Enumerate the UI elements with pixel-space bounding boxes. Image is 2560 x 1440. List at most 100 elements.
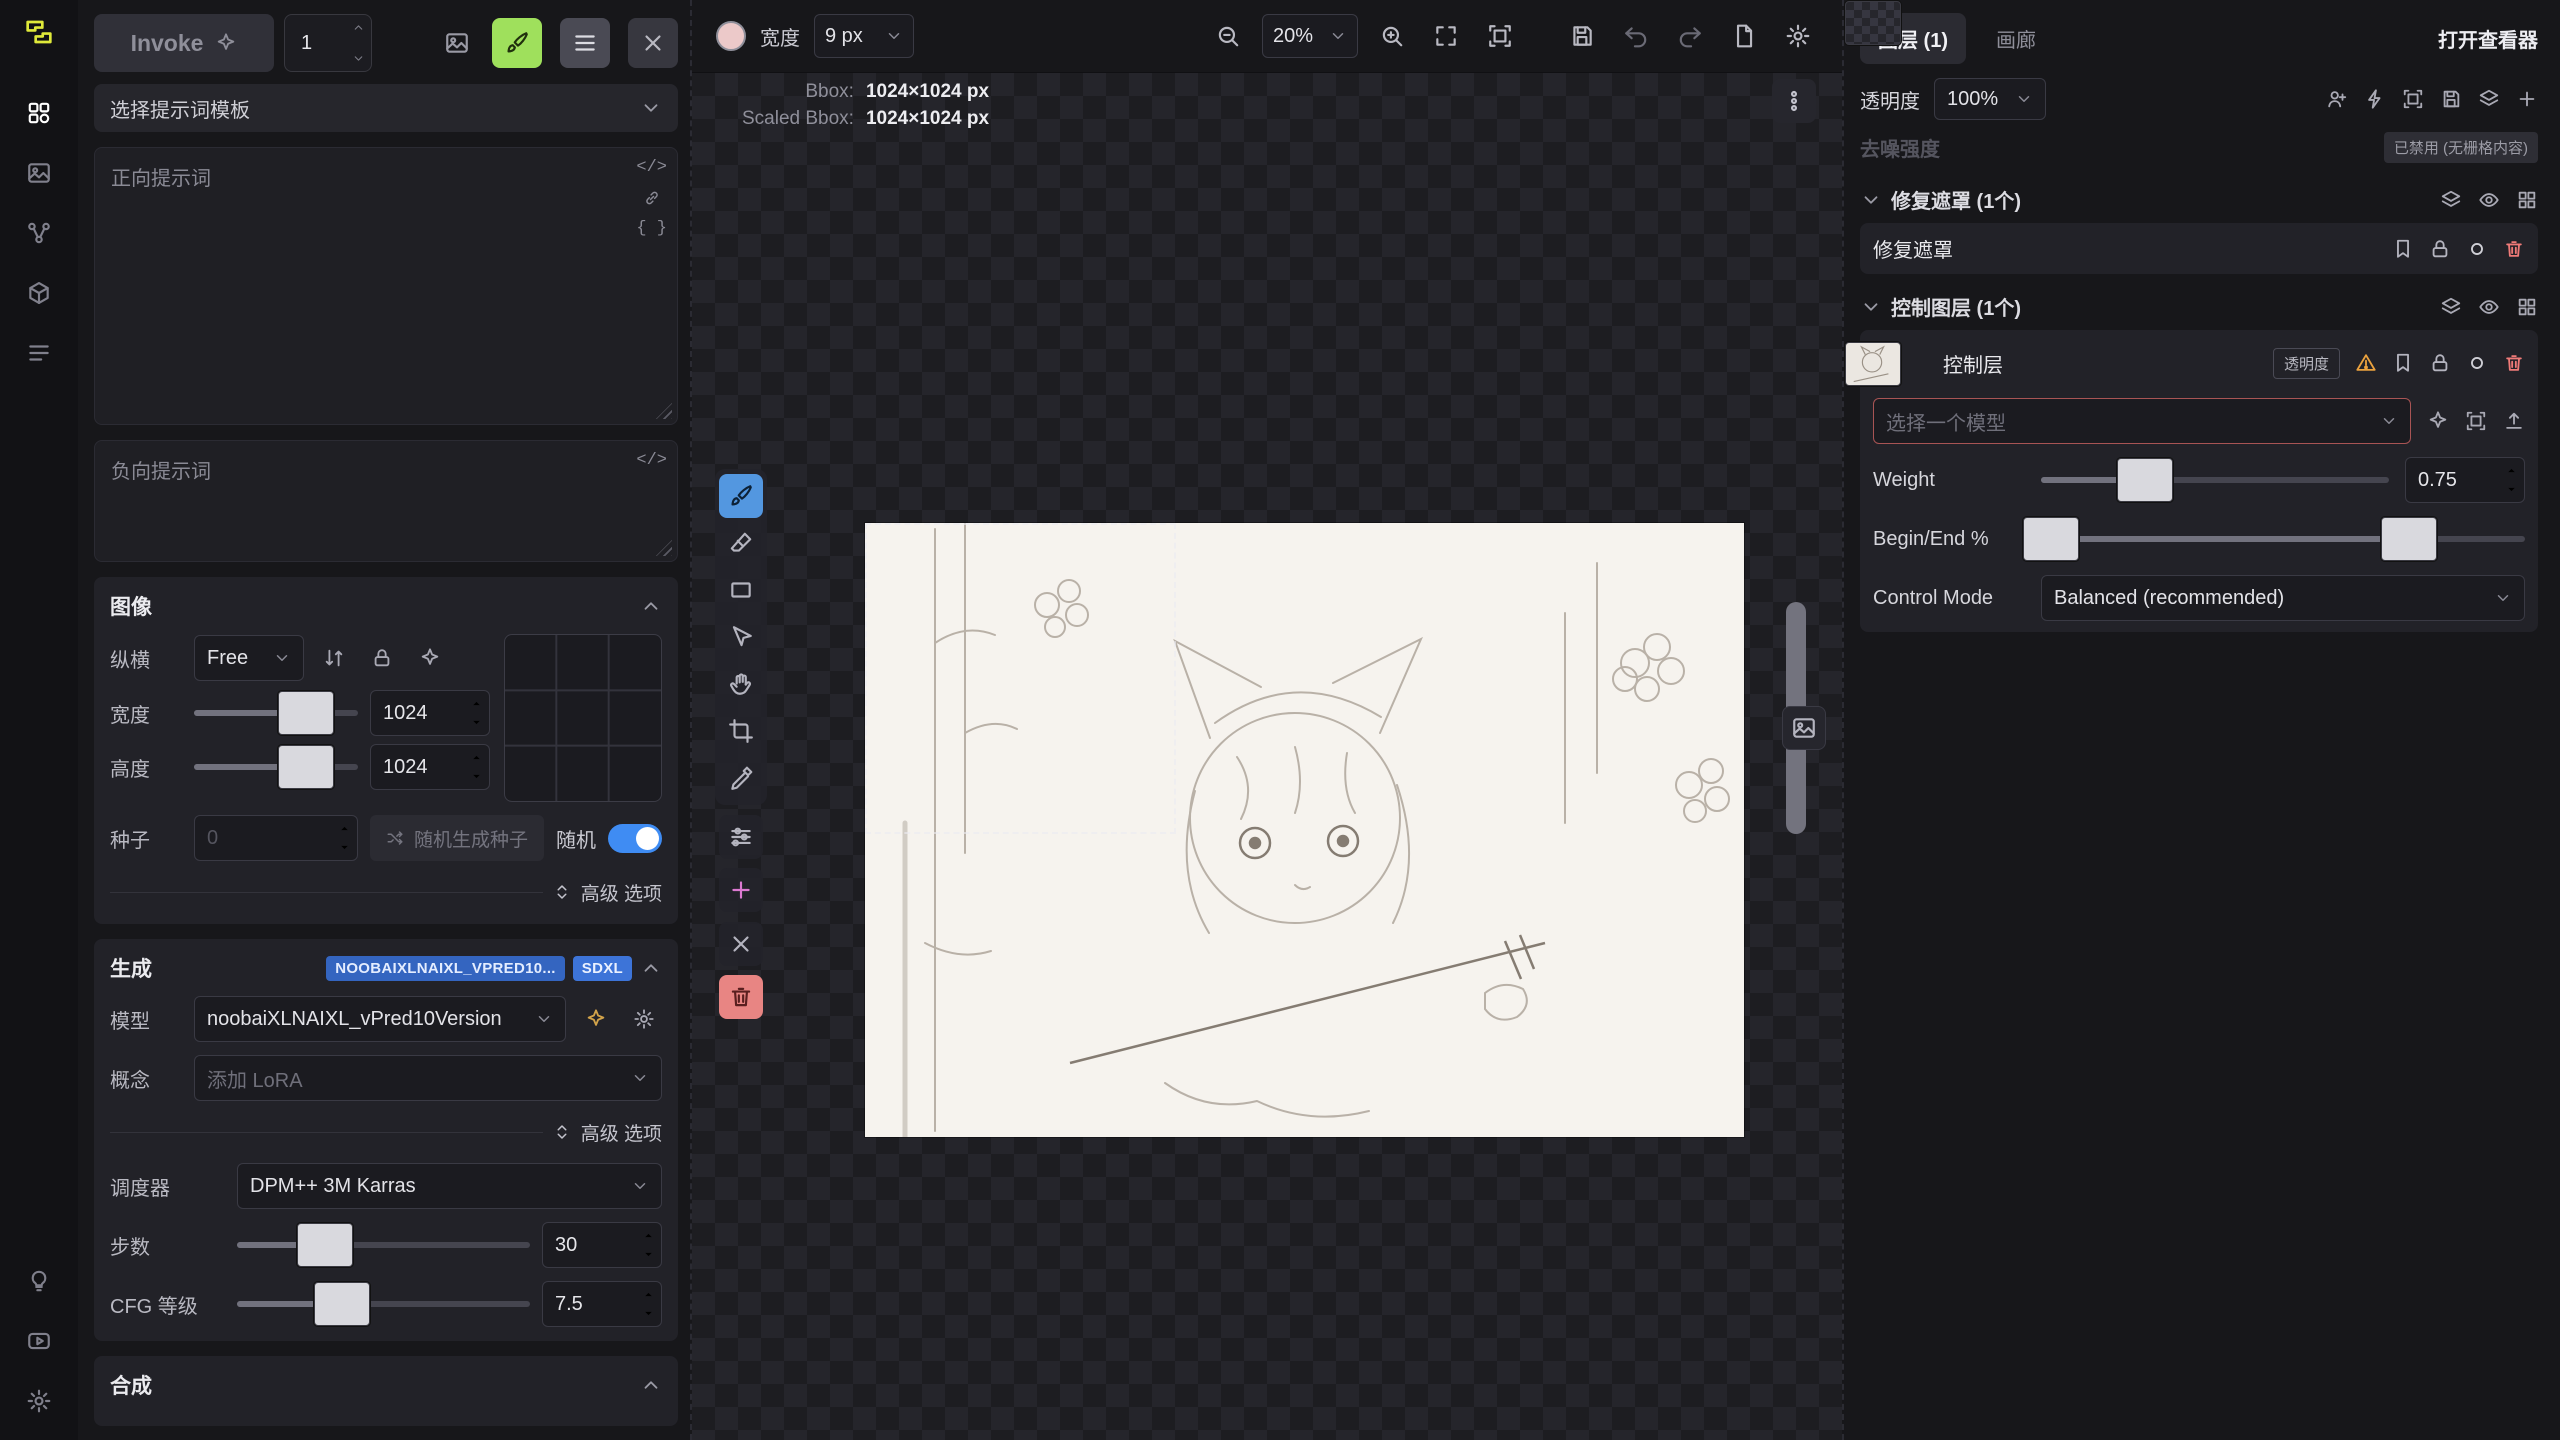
scheduler-select[interactable]: DPM++ 3M Karras	[237, 1163, 662, 1209]
inpaint-group-header[interactable]: 修复遮罩 (1个)	[1860, 171, 2538, 223]
zoom-level-select[interactable]: 20%	[1262, 14, 1358, 58]
nav-canvas-icon[interactable]	[14, 88, 64, 138]
menu-button[interactable]	[560, 18, 610, 68]
redo-icon[interactable]	[1670, 16, 1710, 56]
chevron-up-icon[interactable]	[640, 957, 662, 979]
image-card-header[interactable]: 图像	[110, 591, 662, 621]
new-layer-icon[interactable]	[719, 868, 763, 912]
nav-queue-icon[interactable]	[14, 328, 64, 378]
resize-grip[interactable]	[656, 403, 672, 419]
canvas-viewport[interactable]: Bbox: 1024×1024 px Scaled Bbox: 1024×102…	[692, 72, 1842, 1440]
random-seed-toggle[interactable]	[608, 824, 662, 853]
opacity-select[interactable]: 100%	[1934, 78, 2046, 120]
fit-to-screen-icon[interactable]	[1426, 16, 1466, 56]
gallery-peek-icon[interactable]	[1782, 706, 1826, 750]
save-all-icon[interactable]	[2440, 88, 2462, 110]
chevron-up-icon[interactable]	[640, 595, 662, 617]
generation-advanced-options[interactable]: 高级 选项	[110, 1114, 662, 1150]
lock-icon[interactable]	[2429, 238, 2451, 260]
save-canvas-icon[interactable]	[1562, 16, 1602, 56]
image-advanced-options[interactable]: 高级 选项	[110, 874, 662, 910]
height-input[interactable]: 1024	[370, 744, 490, 790]
bookmark-icon[interactable]	[2392, 352, 2414, 374]
eraser-tool-icon[interactable]	[719, 521, 763, 565]
export-icon[interactable]	[2503, 410, 2525, 432]
brush-color-swatch[interactable]	[716, 21, 746, 51]
lock-aspect-icon[interactable]	[364, 640, 400, 676]
undo-icon[interactable]	[1616, 16, 1656, 56]
tab-gallery[interactable]: 画廊	[1996, 24, 2036, 53]
positive-prompt-input[interactable]: 正向提示词 </> { }	[94, 147, 678, 425]
brush-width-select[interactable]: 9 px	[814, 14, 914, 58]
tool-settings-icon[interactable]	[719, 815, 763, 859]
control-layer[interactable]: 控制层 透明度 选择一个模型	[1860, 330, 2538, 632]
swap-dimensions-icon[interactable]	[316, 640, 352, 676]
settings-gear-icon[interactable]	[14, 1376, 64, 1426]
generation-bbox[interactable]	[865, 523, 1176, 834]
delete-layer-icon[interactable]	[2503, 352, 2525, 374]
layer-opacity-chip[interactable]: 透明度	[2273, 348, 2340, 379]
rect-tool-icon[interactable]	[719, 568, 763, 612]
nav-workflows-icon[interactable]	[14, 208, 64, 258]
optimize-size-icon[interactable]	[412, 640, 448, 676]
embedding-code-icon[interactable]: </>	[636, 158, 667, 177]
layer-color-dot-icon[interactable]	[2466, 352, 2488, 374]
width-input[interactable]: 1024	[370, 690, 490, 736]
embedding-code-icon[interactable]: </>	[636, 451, 667, 470]
new-session-icon[interactable]	[1724, 16, 1764, 56]
queue-count-input[interactable]: 1	[284, 14, 372, 72]
canvas-mode-button[interactable]	[492, 18, 542, 68]
bbox-tool-icon[interactable]	[719, 709, 763, 753]
group-menu-icon[interactable]	[2516, 189, 2538, 211]
control-group-header[interactable]: 控制图层 (1个)	[1860, 278, 2538, 330]
model-select[interactable]: noobaiXLNAIXL_vPred10Version	[194, 996, 566, 1042]
brush-tool-icon[interactable]	[719, 474, 763, 518]
add-layer-icon[interactable]	[2516, 88, 2538, 110]
close-panel-button[interactable]	[628, 18, 678, 68]
support-icon[interactable]	[14, 1256, 64, 1306]
bookmark-icon[interactable]	[2392, 238, 2414, 260]
inpaint-mask-layer[interactable]: 修复遮罩	[1860, 223, 2538, 274]
delete-layer-icon[interactable]	[2503, 238, 2525, 260]
control-model-select[interactable]: 选择一个模型	[1873, 398, 2411, 444]
nav-models-icon[interactable]	[14, 268, 64, 318]
lock-icon[interactable]	[2429, 352, 2451, 374]
seed-input[interactable]: 0	[194, 815, 358, 861]
invoke-button[interactable]: Invoke	[94, 14, 274, 72]
width-steppers[interactable]	[470, 697, 483, 729]
compositing-card-header[interactable]: 合成	[110, 1370, 662, 1400]
random-seed-button[interactable]: 随机生成种子	[370, 815, 544, 861]
group-menu-icon[interactable]	[2516, 296, 2538, 318]
cfg-steppers[interactable]	[642, 1288, 655, 1320]
merge-icon[interactable]	[2440, 189, 2462, 211]
frame-icon[interactable]	[2402, 88, 2424, 110]
filter-sparkle-icon[interactable]	[2427, 410, 2449, 432]
cfg-input[interactable]: 7.5	[542, 1281, 662, 1327]
negative-prompt-input[interactable]: 负向提示词 </>	[94, 440, 678, 562]
youtube-icon[interactable]	[14, 1316, 64, 1366]
control-mode-select[interactable]: Balanced (recommended)	[2041, 575, 2525, 621]
height-steppers[interactable]	[470, 751, 483, 783]
add-regional-guidance-icon[interactable]	[2326, 88, 2348, 110]
open-viewer-link[interactable]: 打开查看器	[2438, 24, 2538, 53]
resize-grip[interactable]	[656, 540, 672, 556]
width-slider[interactable]	[194, 690, 358, 736]
weight-slider[interactable]	[2041, 457, 2389, 503]
queue-count-steppers[interactable]	[352, 21, 365, 65]
model-default-settings-icon[interactable]	[578, 1001, 614, 1037]
mask-color-dot-icon[interactable]	[2466, 238, 2488, 260]
height-slider[interactable]	[194, 744, 358, 790]
visibility-eye-icon[interactable]	[2478, 189, 2500, 211]
steps-input[interactable]: 30	[542, 1222, 662, 1268]
color-picker-tool-icon[interactable]	[719, 756, 763, 800]
move-tool-icon[interactable]	[719, 615, 763, 659]
view-tool-icon[interactable]	[719, 662, 763, 706]
inpaint-mask-thumbnail[interactable]	[1845, 1, 1901, 45]
chevron-up-icon[interactable]	[640, 1374, 662, 1396]
lora-select[interactable]: 添加 LoRA	[194, 1055, 662, 1101]
zoom-out-icon[interactable]	[1208, 16, 1248, 56]
merge-icon[interactable]	[2440, 296, 2462, 318]
gallery-mode-button[interactable]	[432, 18, 482, 68]
begin-end-slider[interactable]	[2041, 516, 2525, 562]
steps-slider[interactable]	[237, 1222, 530, 1268]
